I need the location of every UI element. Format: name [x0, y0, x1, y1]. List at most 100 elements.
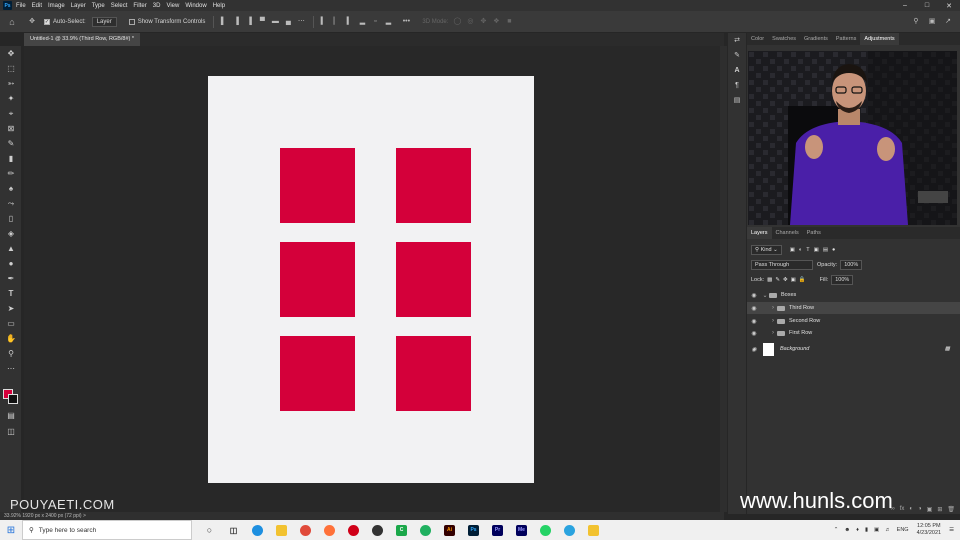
history-panel-icon[interactable]: ⇄ — [728, 33, 746, 48]
pen-tool-icon[interactable]: ✒ — [0, 271, 22, 286]
filter-adjustment-icon[interactable]: ◐ — [799, 247, 802, 253]
filter-toggle-icon[interactable]: ● — [832, 247, 835, 253]
tab-color[interactable]: Color — [747, 33, 768, 45]
menu-select[interactable]: Select — [111, 3, 128, 9]
layer-style-icon[interactable]: fx — [900, 506, 905, 512]
paint-bucket-icon[interactable]: ◈ — [0, 226, 22, 241]
delete-layer-icon[interactable]: 🗑 — [947, 506, 955, 513]
illustrator-icon[interactable]: Ai — [444, 524, 455, 536]
battery-icon[interactable]: ▮ — [865, 527, 868, 533]
chevron-right-icon[interactable]: › — [769, 330, 777, 336]
crop-tool-icon[interactable]: ⌖ — [0, 106, 22, 121]
eyedropper-tool-icon[interactable]: ✎ — [0, 136, 22, 151]
menu-file[interactable]: File — [16, 3, 26, 9]
workspace-icon[interactable]: ▣ — [928, 18, 936, 26]
healing-brush-icon[interactable]: ▮ — [0, 151, 22, 166]
menu-3d[interactable]: 3D — [153, 3, 161, 9]
premiere-icon[interactable]: Pr — [492, 524, 503, 536]
lock-artboard-icon[interactable]: ▣ — [791, 277, 796, 283]
auto-select-checkbox[interactable]: ✓ — [44, 18, 50, 25]
frame-tool-icon[interactable]: ⊠ — [0, 121, 22, 136]
rectangle-tool-icon[interactable]: ▭ — [0, 316, 22, 331]
visibility-eye-icon[interactable]: ◉ — [747, 305, 761, 312]
tab-channels[interactable]: Channels — [772, 227, 803, 239]
tab-swatches[interactable]: Swatches — [768, 33, 800, 45]
brush-settings-icon[interactable]: ✎ — [728, 48, 746, 63]
align-center-icon[interactable]: ▐ — [232, 18, 240, 26]
chevron-down-icon[interactable]: ⌄ — [761, 292, 769, 299]
network-icon[interactable]: ▣ — [874, 527, 879, 533]
red-box[interactable] — [396, 242, 471, 317]
hand-tool-icon[interactable]: ✋ — [0, 331, 22, 346]
stamp-tool-icon[interactable]: ♠ — [0, 181, 22, 196]
canvas-area[interactable] — [24, 46, 724, 512]
add-mask-icon[interactable]: ◐ — [909, 506, 913, 512]
move-tool-icon[interactable]: ✥ — [28, 18, 36, 26]
layer-second-row[interactable]: ◉ › Second Row — [747, 315, 960, 327]
filter-type-icon[interactable]: T — [806, 247, 809, 253]
dropbox-icon[interactable]: ♦ — [856, 527, 859, 533]
notifications-icon[interactable]: ☰ — [949, 527, 954, 533]
menu-type[interactable]: Type — [92, 3, 105, 9]
close-icon[interactable]: ✕ — [938, 2, 960, 10]
align-right-icon[interactable]: ▐ — [245, 18, 253, 26]
media-player-icon[interactable] — [372, 524, 383, 536]
eraser-tool-icon[interactable]: ▯ — [0, 211, 22, 226]
red-box[interactable] — [396, 336, 471, 411]
new-group-icon[interactable]: ▣ — [927, 506, 933, 513]
paragraph-panel-icon[interactable]: ¶ — [728, 78, 746, 93]
menu-image[interactable]: Image — [48, 3, 65, 9]
people-icon[interactable]: ☻ — [844, 527, 850, 533]
windows-start-icon[interactable]: ⊞ — [0, 520, 22, 540]
path-selection-icon[interactable]: ➤ — [0, 301, 22, 316]
distribute-center-icon[interactable]: ▏ — [332, 18, 340, 26]
tab-layers[interactable]: Layers — [747, 227, 772, 239]
brush-tool-icon[interactable]: ✏ — [0, 166, 22, 181]
menu-layer[interactable]: Layer — [71, 3, 86, 9]
tab-gradients[interactable]: Gradients — [800, 33, 832, 45]
dodge-tool-icon[interactable]: ● — [0, 256, 22, 271]
red-box[interactable] — [280, 242, 355, 317]
photoshop-taskbar-icon[interactable]: Ps — [468, 524, 479, 536]
menu-filter[interactable]: Filter — [133, 3, 146, 9]
chat-app-icon[interactable] — [420, 524, 431, 536]
red-box[interactable] — [280, 336, 355, 411]
visibility-eye-icon[interactable]: ◉ — [747, 330, 761, 337]
screen-mode-icon[interactable]: ◫ — [0, 424, 22, 439]
menu-edit[interactable]: Edit — [32, 3, 42, 9]
red-box[interactable] — [280, 148, 355, 223]
more-options-icon[interactable]: ⋯ — [297, 18, 305, 26]
history-brush-icon[interactable]: ⤳ — [0, 196, 22, 211]
filter-smart-object-icon[interactable]: ▤ — [823, 247, 828, 253]
blend-mode-dropdown[interactable]: Pass Through — [751, 260, 813, 270]
telegram-icon[interactable] — [564, 524, 575, 536]
visibility-eye-icon[interactable]: ◉ — [747, 292, 761, 299]
chevron-up-icon[interactable]: ⌃ — [834, 527, 839, 533]
document-tab[interactable]: Untitled-1 @ 33.9% (Third Row, RGB/8#) * — [24, 33, 141, 46]
volume-icon[interactable]: ♬ — [885, 527, 891, 533]
menu-view[interactable]: View — [166, 3, 179, 9]
tab-patterns[interactable]: Patterns — [832, 33, 860, 45]
new-adjustment-icon[interactable]: ◑ — [918, 506, 922, 512]
background-color-swatch[interactable] — [8, 394, 18, 404]
minimize-icon[interactable]: – — [894, 2, 916, 9]
chrome-icon[interactable] — [300, 524, 311, 536]
document-canvas[interactable] — [208, 76, 534, 483]
tab-adjustments[interactable]: Adjustments — [860, 33, 899, 45]
distribute-middle-icon[interactable]: ▫ — [371, 18, 379, 26]
visibility-eye-icon[interactable]: ◉ — [747, 346, 761, 353]
auto-select-target-dropdown[interactable]: Layer — [91, 16, 117, 27]
lock-pixels-icon[interactable]: ▩ — [767, 277, 772, 283]
task-view-icon[interactable]: ◫ — [228, 525, 239, 536]
vertical-scrollbar[interactable] — [720, 46, 727, 512]
layer-background[interactable]: ◉ Background ▩ — [747, 339, 960, 359]
opera-icon[interactable] — [348, 524, 359, 536]
align-top-icon[interactable]: ▀ — [258, 18, 266, 26]
align-left-icon[interactable]: ▌ — [219, 18, 227, 26]
media-encoder-icon[interactable]: Me — [516, 524, 527, 536]
lock-image-icon[interactable]: ✎ — [775, 277, 780, 283]
distribute-right-icon[interactable]: ▍ — [345, 18, 353, 26]
move-tool-icon[interactable]: ✥ — [0, 46, 22, 61]
camtasia-icon[interactable]: C — [396, 524, 407, 536]
lock-all-icon[interactable]: 🔒 — [799, 277, 806, 283]
